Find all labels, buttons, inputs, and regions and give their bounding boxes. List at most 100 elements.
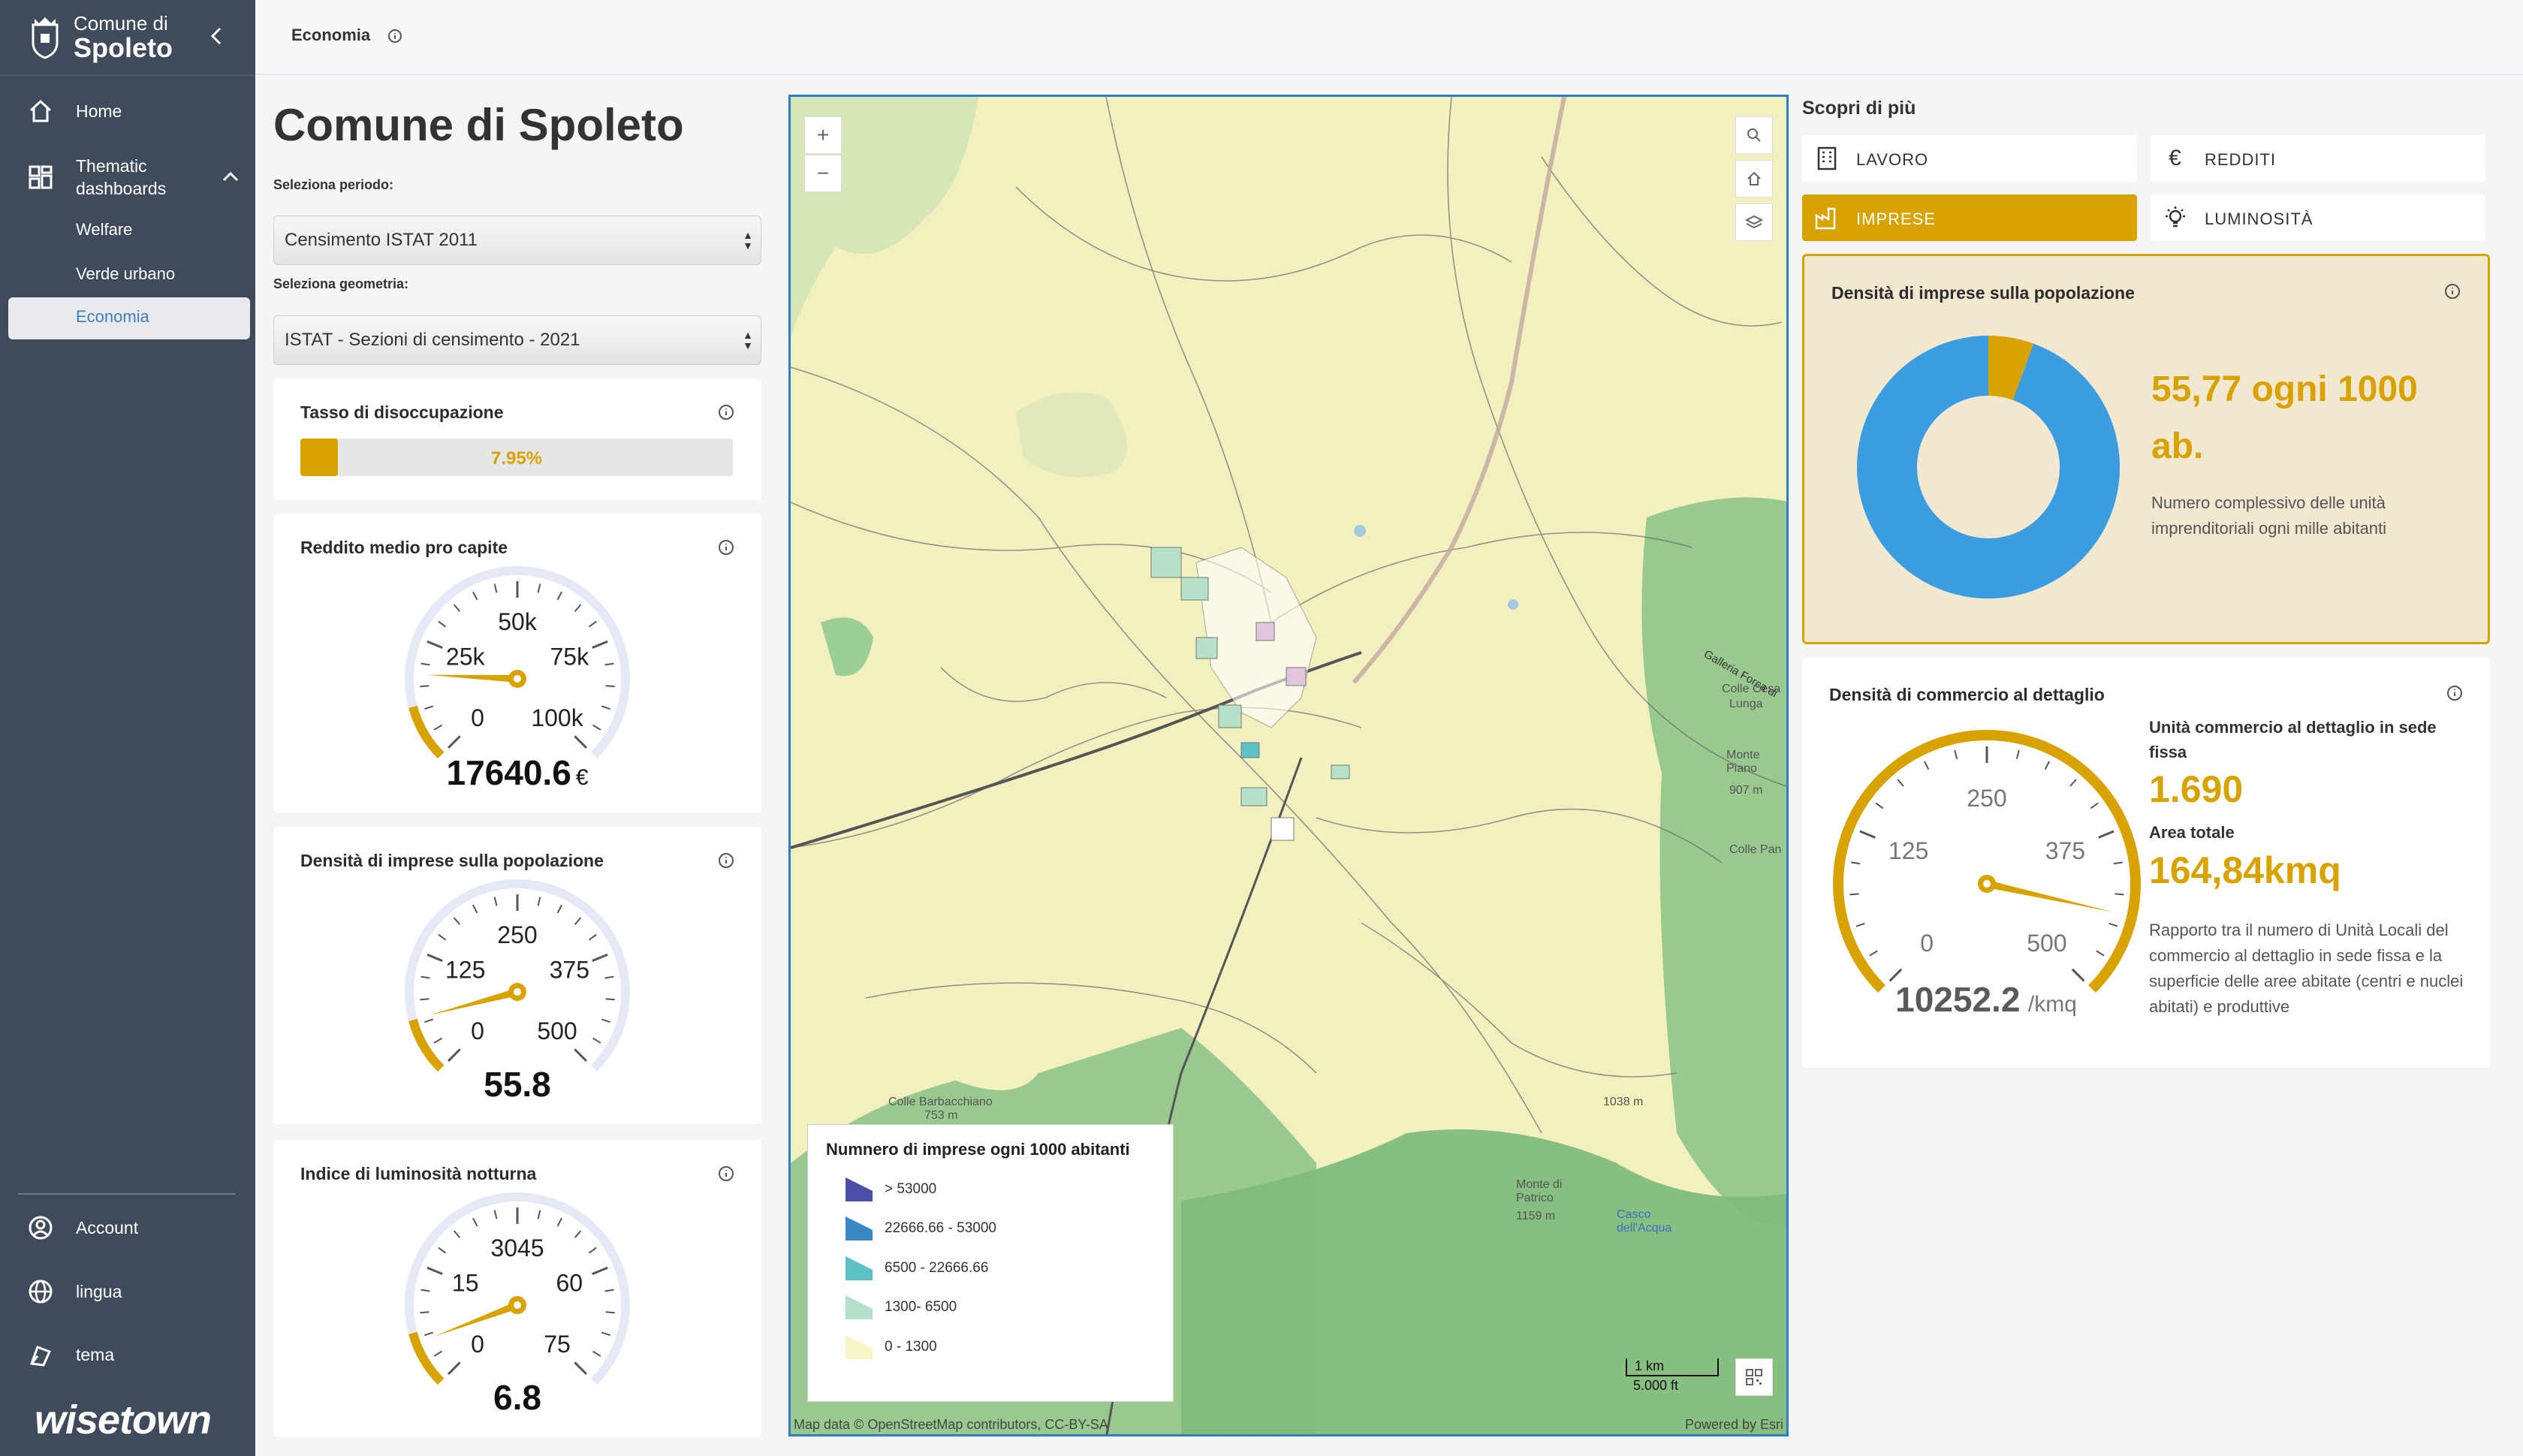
units-value: 1.690 xyxy=(2149,768,2244,810)
info-icon[interactable] xyxy=(2444,283,2461,300)
gauge-value: 55.8 xyxy=(484,1065,551,1104)
map-search-button[interactable] xyxy=(1735,116,1773,154)
place-label: Lunga xyxy=(1729,698,1763,710)
qr-code-button[interactable] xyxy=(1735,1358,1773,1396)
municipality-logo[interactable]: Comune di Spoleto xyxy=(27,14,173,62)
donut-slice-rest xyxy=(1857,336,2120,598)
tile-lavoro[interactable]: LAVORO xyxy=(1802,135,2137,182)
legend-swatch xyxy=(846,1256,873,1280)
scale-km: 1 km xyxy=(1626,1358,1719,1376)
gauge-tick xyxy=(556,591,562,601)
gauge-tick-label: 125 xyxy=(445,956,485,983)
gauge-tick xyxy=(448,735,461,749)
tile-luminosita[interactable]: LUMINOSITÀ xyxy=(2151,194,2485,241)
gauge-value-number: 17640.6 xyxy=(446,753,571,792)
gauge-tick xyxy=(424,1331,434,1337)
tile-imprese[interactable]: IMPRESE xyxy=(1802,194,2137,241)
select-arrows-icon: ▲ ▼ xyxy=(743,229,753,252)
sidebar-item-home[interactable]: Home xyxy=(0,98,255,125)
legend-swatch xyxy=(846,1216,873,1240)
gauge-tick xyxy=(556,1217,562,1227)
info-icon[interactable] xyxy=(387,29,402,44)
legend-swatch xyxy=(846,1177,873,1201)
map-attribution[interactable]: Map data © OpenStreetMap contributors, C… xyxy=(794,1417,1108,1433)
gauge-value-number: 10252.2 xyxy=(1895,980,2021,1019)
area-label: Area totale xyxy=(2149,823,2235,842)
card-title: Indice di luminosità notturna xyxy=(300,1164,537,1183)
geometry-select[interactable]: ISTAT - Sezioni di censimento - 2021 ▲ ▼ xyxy=(273,315,761,365)
theme-icon xyxy=(29,1346,52,1367)
gauge-tick xyxy=(537,897,541,906)
gauge-tick xyxy=(605,1311,615,1314)
scale-ft: 5.000 ft xyxy=(1633,1378,1679,1393)
home-icon xyxy=(29,99,52,122)
legend-item: 1300- 6500 xyxy=(844,1292,957,1322)
info-icon[interactable] xyxy=(718,1165,734,1182)
collapse-sidebar-button[interactable] xyxy=(203,23,230,50)
legend-label: 22666.66 - 53000 xyxy=(885,1220,996,1236)
density-card: Densità di imprese sulla popolazione 55,… xyxy=(1802,254,2490,644)
info-icon[interactable] xyxy=(718,852,734,869)
gauge-tick xyxy=(420,1311,430,1314)
gauge-hub-center xyxy=(514,988,521,996)
gauge-tick-label: 25k xyxy=(446,643,486,670)
sidebar-item-verde-urbano[interactable]: Verde urbano xyxy=(76,263,175,285)
chevron-up-icon xyxy=(222,171,239,182)
gauge-tick xyxy=(592,953,608,963)
period-label: Seleziona periodo: xyxy=(273,177,394,192)
gauge-tick xyxy=(493,1210,498,1219)
legend-item: 6500 - 22666.66 xyxy=(844,1253,988,1283)
layers-icon xyxy=(1745,215,1763,229)
density-value: 55,77 ogni 1000 ab. xyxy=(2151,369,2418,466)
map-view[interactable]: + − Colle Barbacchiano 753 m Monte di Pa… xyxy=(788,95,1789,1436)
sidebar-item-account[interactable]: Account xyxy=(0,1214,255,1241)
map-home-button[interactable] xyxy=(1735,160,1773,197)
gauge-tick xyxy=(574,1361,587,1375)
top-bar: Economia xyxy=(255,0,2523,75)
sidebar-item-tema[interactable]: tema xyxy=(0,1341,255,1368)
esri-attribution[interactable]: Powered by Esri xyxy=(1685,1417,1783,1433)
place-label: 1159 m xyxy=(1516,1210,1556,1222)
tile-redditi[interactable]: € REDDITI xyxy=(2151,135,2485,182)
place-label: Colle Barbacchiano xyxy=(888,1096,993,1108)
gauge-tick xyxy=(453,917,461,925)
gauge-tick xyxy=(604,1289,614,1292)
gauge-tick xyxy=(453,604,461,612)
gauge-tick xyxy=(556,904,562,914)
layers-button[interactable] xyxy=(1735,203,1773,241)
gauge-tick xyxy=(601,1331,610,1337)
gauge-tick xyxy=(1875,802,1884,809)
sidebar-item-label: Thematic dashboards xyxy=(76,156,167,198)
sidebar-item-thematic-dashboards[interactable]: Thematic dashboards xyxy=(0,155,255,200)
place-label: Casco dell'Acqua xyxy=(1617,1208,1672,1234)
info-icon[interactable] xyxy=(2446,685,2463,701)
legend-label: 1300- 6500 xyxy=(885,1299,957,1315)
sidebar-item-lingua[interactable]: lingua xyxy=(0,1278,255,1305)
gauge-tick xyxy=(574,1230,582,1238)
gauge-value: 17640.6 € xyxy=(273,752,761,793)
sidebar-item-economia[interactable]: Economia xyxy=(8,297,250,339)
legend-swatch xyxy=(846,1335,873,1359)
info-icon[interactable] xyxy=(718,539,734,556)
gauge-tick xyxy=(601,705,610,710)
zoom-in-button[interactable]: + xyxy=(804,116,842,154)
units-label: Unità commercio al dettaglio in sede fis… xyxy=(2149,718,2437,761)
period-select[interactable]: Censimento ISTAT 2011 ▲ ▼ xyxy=(273,216,761,265)
chevron-left-icon xyxy=(210,27,222,45)
gauge-tick xyxy=(420,975,430,979)
discover-title: Scopri di più xyxy=(1802,98,1916,119)
luminosity-gauge: 01530456075 xyxy=(405,1192,630,1385)
sidebar-item-label: tema xyxy=(76,1345,115,1364)
place-label: 753 m xyxy=(924,1109,958,1122)
gauge-tick xyxy=(433,1350,442,1357)
sidebar-item-label: Home xyxy=(76,101,122,121)
sidebar-item-welfare[interactable]: Welfare xyxy=(76,219,132,241)
info-icon[interactable] xyxy=(718,404,734,421)
logo-line-1: Comune di xyxy=(74,12,168,35)
gauge-track xyxy=(405,879,630,1072)
area-value: 164,84kmq xyxy=(2149,849,2341,891)
gauge-tick xyxy=(472,1217,478,1227)
zoom-out-button[interactable]: − xyxy=(804,155,842,192)
gauge-track xyxy=(1833,730,2141,993)
gauge-tick-label: 75 xyxy=(544,1331,571,1358)
